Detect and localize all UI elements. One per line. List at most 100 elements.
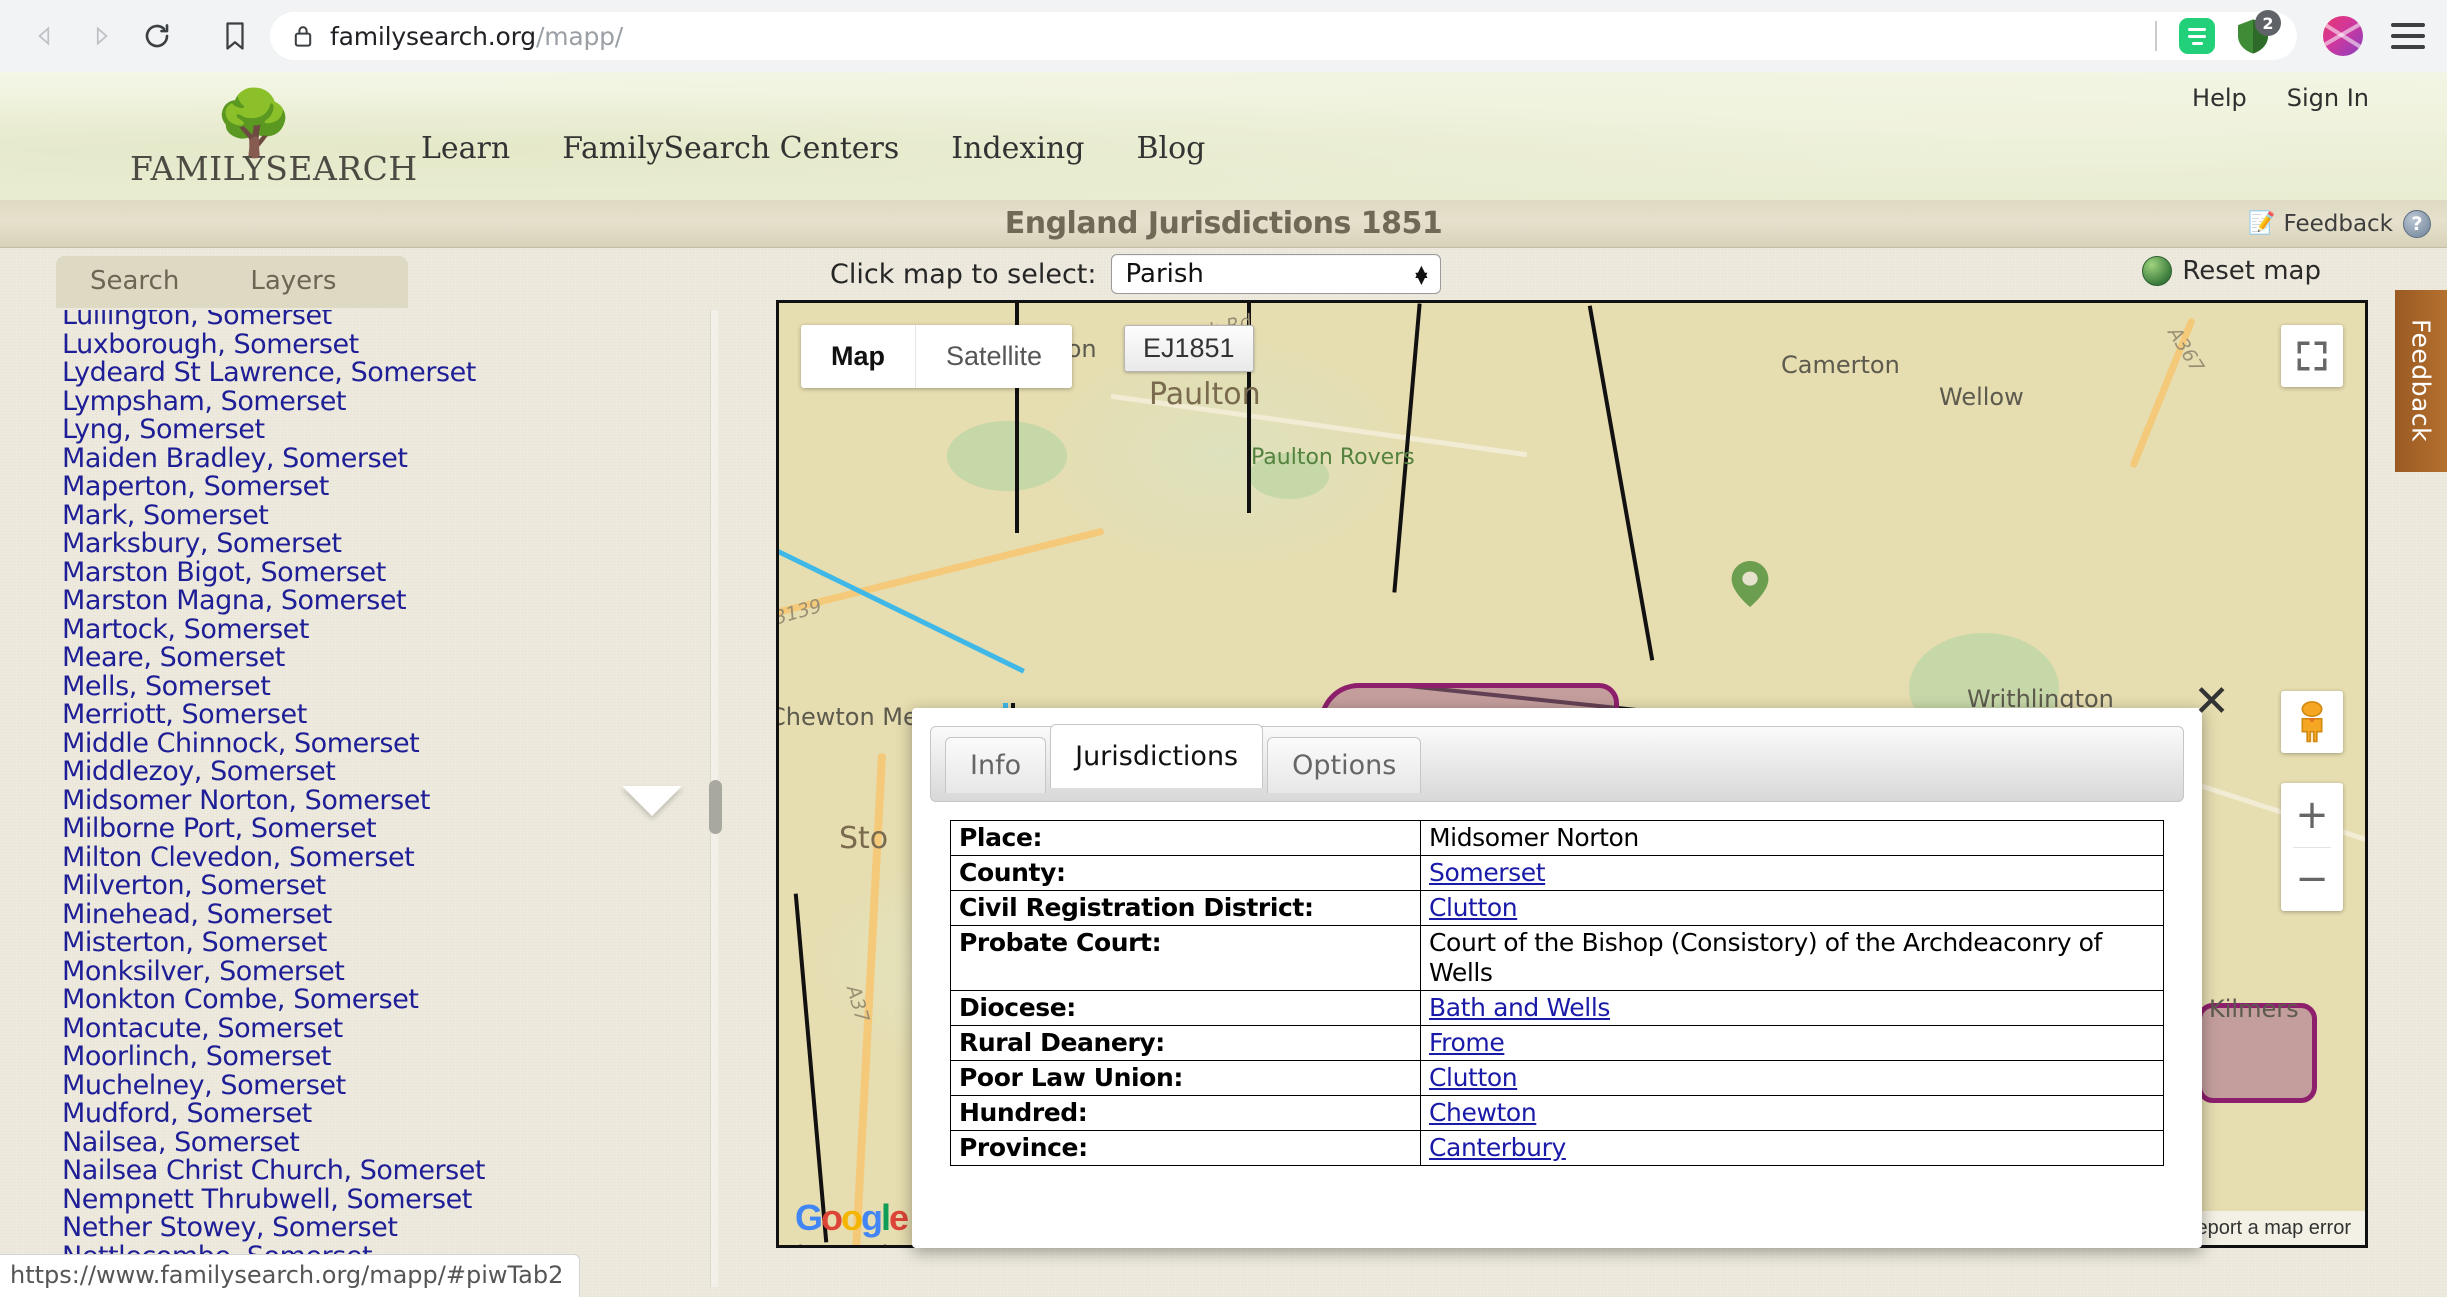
hamburger-menu-icon[interactable]: [2391, 23, 2425, 49]
address-bar[interactable]: familysearch.org/mapp/ 2: [270, 10, 2297, 60]
places-scrollbar[interactable]: [709, 310, 722, 1287]
place-list-item[interactable]: Milborne Port, Somerset: [62, 814, 690, 844]
map-label-paulton: Paulton: [1149, 377, 1261, 412]
jurisdiction-value[interactable]: Somerset: [1420, 855, 2164, 891]
ej1851-overlay-button[interactable]: EJ1851: [1124, 325, 1254, 372]
side-feedback-tab[interactable]: Feedback: [2395, 290, 2447, 472]
place-list-item[interactable]: Marston Bigot, Somerset: [62, 558, 690, 588]
reload-button[interactable]: [134, 13, 180, 59]
feedback-link[interactable]: 📝 Feedback: [2248, 211, 2393, 237]
forward-arrow-icon: [96, 26, 108, 46]
zoom-in-button[interactable]: +: [2281, 783, 2343, 847]
place-list-item[interactable]: Lyng, Somerset: [62, 415, 690, 445]
jurisdiction-row: Civil Registration District: Clutton: [950, 890, 2164, 926]
jurisdiction-link[interactable]: Clutton: [1429, 1063, 1518, 1092]
place-list-item[interactable]: Muchelney, Somerset: [62, 1071, 690, 1101]
place-list-item[interactable]: Mudford, Somerset: [62, 1099, 690, 1129]
place-list-item[interactable]: Nempnett Thrubwell, Somerset: [62, 1185, 690, 1215]
tab-layers[interactable]: Layers: [216, 256, 371, 306]
place-list-item[interactable]: Mark, Somerset: [62, 501, 690, 531]
profile-avatar[interactable]: [2323, 16, 2363, 56]
place-list-item[interactable]: Nailsea, Somerset: [62, 1128, 690, 1158]
place-list-item[interactable]: Lympsham, Somerset: [62, 387, 690, 417]
place-list-item[interactable]: Monksilver, Somerset: [62, 957, 690, 987]
reset-map-button[interactable]: Reset map: [2142, 256, 2321, 286]
place-list-item[interactable]: Nailsea Christ Church, Somerset: [62, 1156, 690, 1186]
jurisdiction-link[interactable]: Canterbury: [1429, 1133, 1566, 1162]
tab-search[interactable]: Search: [56, 256, 214, 306]
address-bar-right-icons: 2: [2155, 10, 2297, 60]
sign-in-link[interactable]: Sign In: [2287, 84, 2369, 112]
tab-options[interactable]: Options: [1267, 737, 1422, 793]
place-list-item[interactable]: Meare, Somerset: [62, 643, 690, 673]
jurisdiction-value[interactable]: Clutton: [1420, 890, 2164, 926]
site-logo[interactable]: 🌳 FAMILYSEARCH Learn FamilySearch Center…: [130, 92, 1205, 188]
browser-toolbar: familysearch.org/mapp/ 2: [0, 0, 2447, 72]
place-list-item[interactable]: Martock, Somerset: [62, 615, 690, 645]
place-list-item[interactable]: Maperton, Somerset: [62, 472, 690, 502]
park-area: [947, 421, 1067, 491]
place-list-item[interactable]: Marston Magna, Somerset: [62, 586, 690, 616]
jurisdiction-link[interactable]: Frome: [1429, 1028, 1505, 1057]
map-marker-icon[interactable]: [1731, 561, 1769, 607]
jurisdiction-link[interactable]: Somerset: [1429, 858, 1546, 887]
map-type-satellite-button[interactable]: Satellite: [915, 325, 1072, 388]
zoom-out-button[interactable]: −: [2281, 848, 2343, 912]
forward-button[interactable]: [78, 13, 124, 59]
page-title: England Jurisdictions 1851: [1004, 206, 1443, 241]
jurisdiction-value[interactable]: Bath and Wells: [1420, 990, 2164, 1026]
place-list-item[interactable]: Milverton, Somerset: [62, 871, 690, 901]
bookmark-button[interactable]: [212, 13, 258, 59]
jurisdiction-key: Poor Law Union:: [950, 1060, 1421, 1096]
place-list-item[interactable]: Lydeard St Lawrence, Somerset: [62, 358, 690, 388]
fullscreen-button[interactable]: [2281, 325, 2343, 387]
jurisdiction-value[interactable]: Chewton: [1420, 1095, 2164, 1131]
close-icon[interactable]: ✕: [2193, 680, 2230, 724]
jurisdiction-key: Place:: [950, 820, 1421, 856]
map-type-map-button[interactable]: Map: [801, 325, 915, 388]
question-mark-icon[interactable]: ?: [2403, 209, 2431, 238]
reset-map-label: Reset map: [2182, 256, 2321, 286]
place-list-item[interactable]: Lullington, Somerset: [62, 310, 690, 331]
jurisdiction-value[interactable]: Frome: [1420, 1025, 2164, 1061]
jurisdiction-value[interactable]: Canterbury: [1420, 1130, 2164, 1166]
jurisdiction-link[interactable]: Bath and Wells: [1429, 993, 1610, 1022]
jurisdiction-select-value: Parish: [1125, 259, 1204, 289]
nav-item-blog[interactable]: Blog: [1136, 131, 1205, 166]
place-list-item[interactable]: Montacute, Somerset: [62, 1014, 690, 1044]
place-list-item[interactable]: Marksbury, Somerset: [62, 529, 690, 559]
places-scrollbar-thumb[interactable]: [709, 780, 722, 834]
place-list-item[interactable]: Nether Stowey, Somerset: [62, 1213, 690, 1243]
back-button[interactable]: [22, 13, 68, 59]
place-list-item[interactable]: Minehead, Somerset: [62, 900, 690, 930]
place-list-item[interactable]: Maiden Bradley, Somerset: [62, 444, 690, 474]
tab-jurisdictions[interactable]: Jurisdictions: [1050, 724, 1264, 788]
street-view-pegman-button[interactable]: [2281, 691, 2343, 753]
place-list-item[interactable]: Midsomer Norton, Somerset: [62, 786, 690, 816]
google-logo[interactable]: Google: [795, 1197, 909, 1239]
jurisdiction-link[interactable]: Chewton: [1429, 1098, 1537, 1127]
place-list-item[interactable]: Mells, Somerset: [62, 672, 690, 702]
help-link[interactable]: Help: [2192, 84, 2247, 112]
nav-item-familysearch-centers[interactable]: FamilySearch Centers: [562, 131, 899, 166]
side-panel-tabs: Search Layers: [56, 256, 371, 306]
place-list-item[interactable]: Moorlinch, Somerset: [62, 1042, 690, 1072]
nav-item-indexing[interactable]: Indexing: [951, 131, 1084, 166]
jurisdiction-select[interactable]: Parish ▲ ▼: [1110, 254, 1441, 294]
reload-icon: [145, 24, 169, 48]
jurisdiction-link[interactable]: Clutton: [1429, 893, 1518, 922]
jurisdictions-table: Place: Midsomer Norton County: Somerset Civi…: [950, 820, 2164, 1166]
place-list-item[interactable]: Monkton Combe, Somerset: [62, 985, 690, 1015]
shield-extension-icon[interactable]: 2: [2233, 10, 2281, 56]
place-list-item[interactable]: Merriott, Somerset: [62, 700, 690, 730]
place-list-item[interactable]: Luxborough, Somerset: [62, 330, 690, 360]
tab-info[interactable]: Info: [945, 737, 1047, 793]
document-extension-icon[interactable]: [2179, 18, 2215, 54]
place-list-item[interactable]: Middle Chinnock, Somerset: [62, 729, 690, 759]
url-text: familysearch.org/mapp/: [330, 21, 624, 51]
place-list-item[interactable]: Middlezoy, Somerset: [62, 757, 690, 787]
nav-item-learn[interactable]: Learn: [421, 131, 510, 166]
place-list-item[interactable]: Milton Clevedon, Somerset: [62, 843, 690, 873]
jurisdiction-value[interactable]: Clutton: [1420, 1060, 2164, 1096]
place-list-item[interactable]: Misterton, Somerset: [62, 928, 690, 958]
